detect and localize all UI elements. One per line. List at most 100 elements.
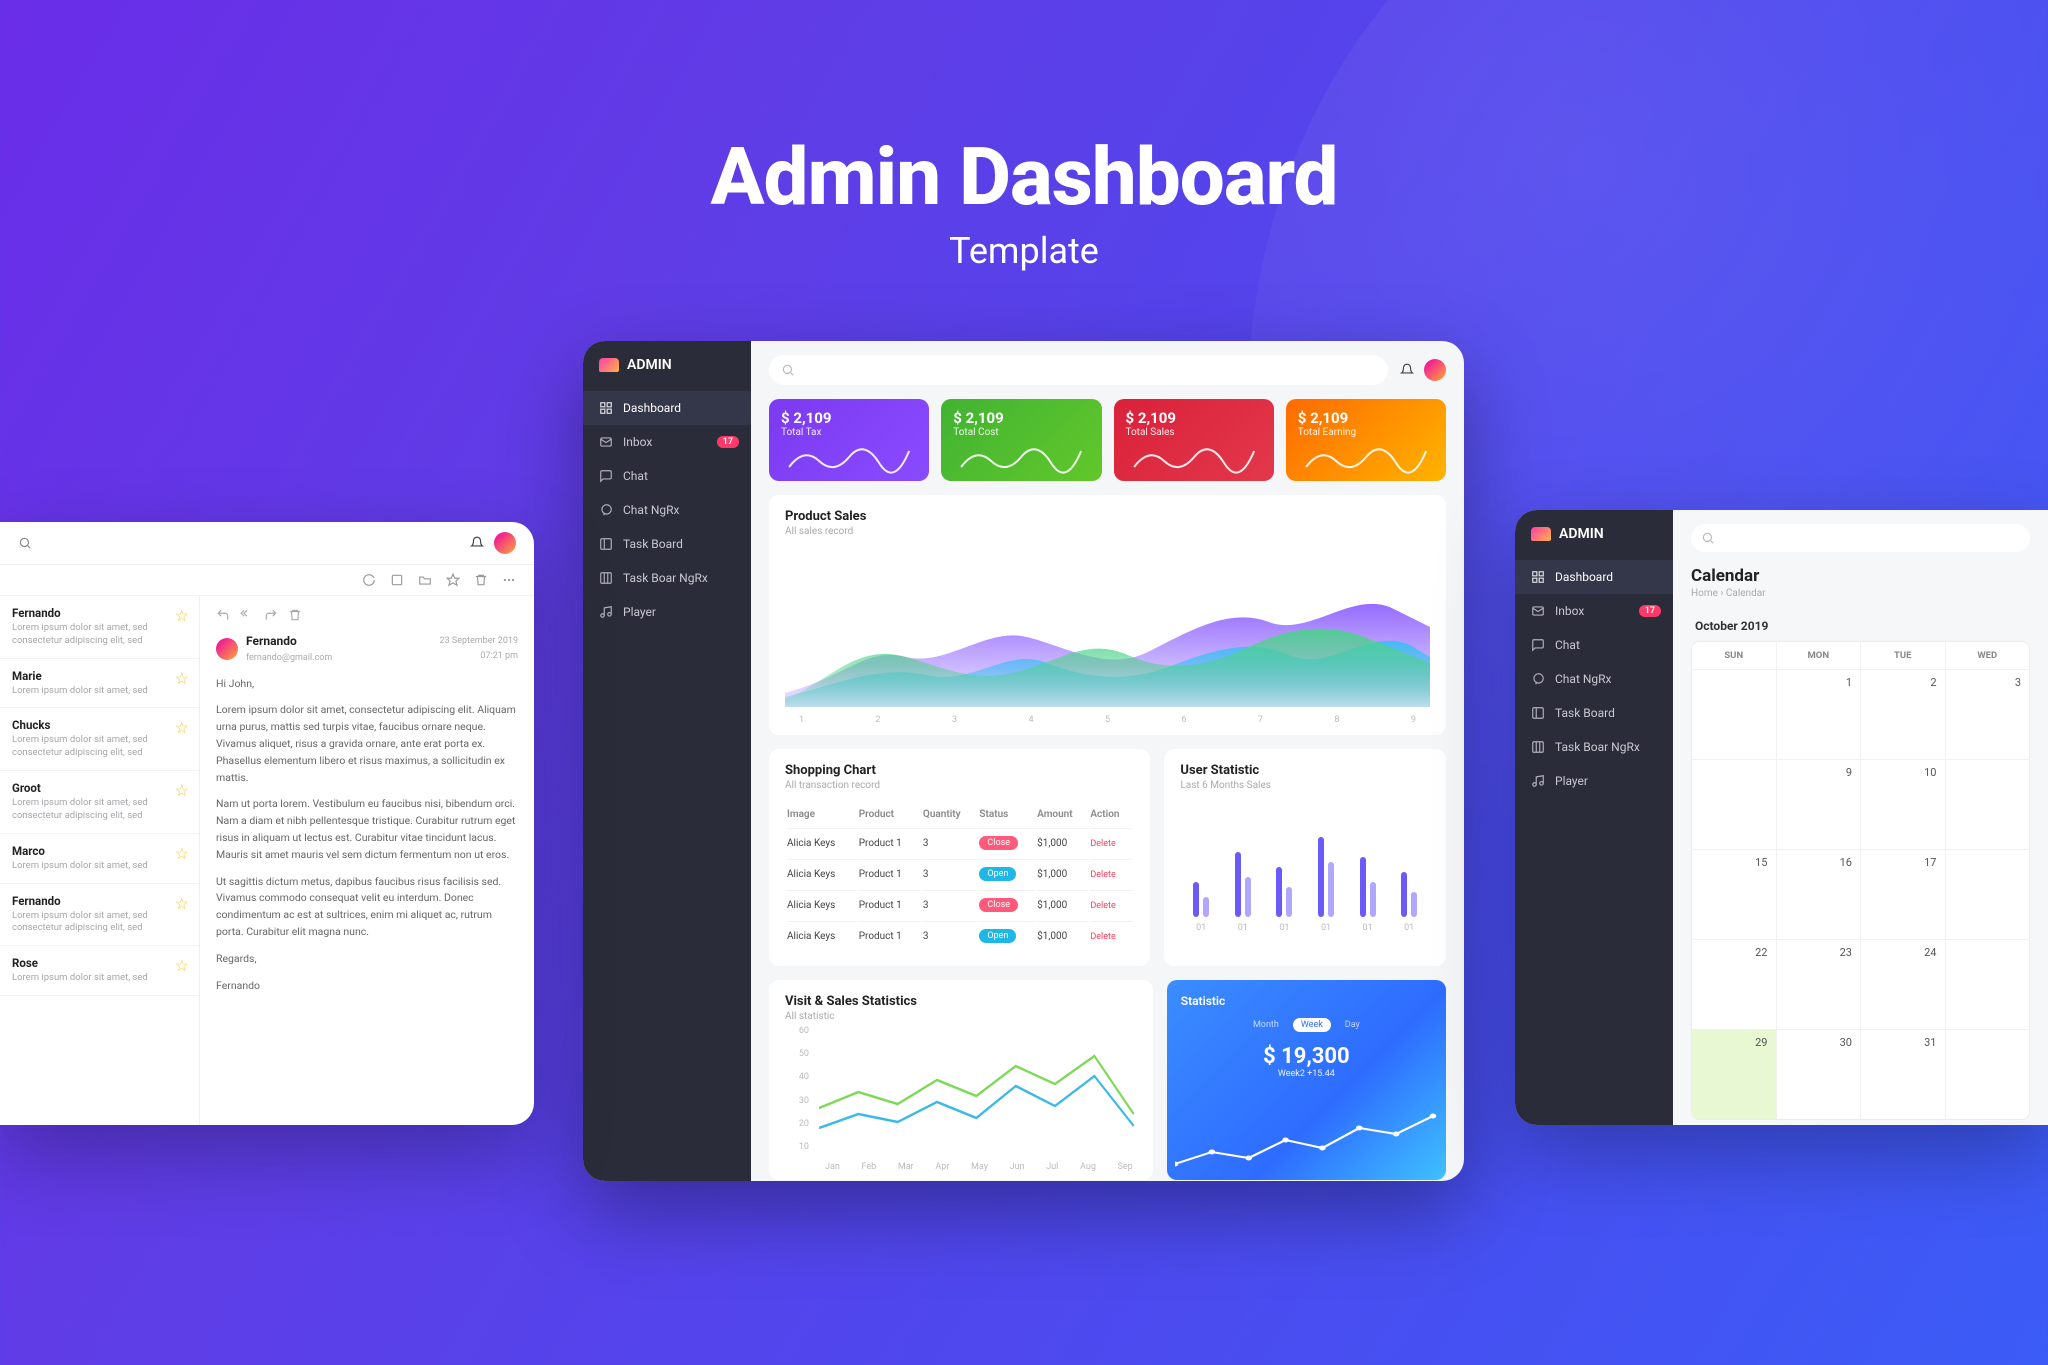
- segment-week[interactable]: Week: [1293, 1018, 1331, 1032]
- calendar-day[interactable]: 3: [1945, 670, 2030, 759]
- delete-link[interactable]: Delete: [1090, 839, 1115, 849]
- sidebar-item-label: Player: [623, 605, 656, 619]
- sidebar-item-task-boar-ngrx[interactable]: Task Boar NgRx: [1515, 730, 1673, 764]
- email-list-item[interactable]: MarieLorem ipsum dolor sit amet, sed☆: [0, 659, 199, 709]
- reply-all-icon[interactable]: [240, 608, 254, 622]
- trash-icon[interactable]: [474, 573, 488, 587]
- calendar-day[interactable]: 22: [1692, 940, 1776, 1029]
- sidebar-item-player[interactable]: Player: [1515, 764, 1673, 798]
- search-icon[interactable]: [18, 536, 32, 550]
- notification-icon[interactable]: [470, 536, 484, 550]
- list-item-preview: Lorem ipsum dolor sit amet, sed consecte…: [12, 910, 187, 936]
- calendar-day[interactable]: [1692, 670, 1776, 759]
- search-input[interactable]: [1691, 524, 2030, 552]
- delete-link[interactable]: Delete: [1090, 932, 1115, 942]
- sparkline-icon: [947, 437, 1095, 477]
- star-icon[interactable]: ☆: [175, 844, 189, 863]
- stat-card-total-tax[interactable]: $ 2,109Total Tax: [769, 399, 929, 481]
- calendar-day[interactable]: 23: [1776, 940, 1861, 1029]
- calendar-day[interactable]: 31: [1860, 1030, 1945, 1119]
- table-row[interactable]: Alicia KeysProduct 13Open$1,000Delete: [787, 921, 1132, 950]
- email-list-item[interactable]: FernandoLorem ipsum dolor sit amet, sed …: [0, 884, 199, 947]
- calendar-day[interactable]: 16: [1776, 850, 1861, 939]
- calendar-day[interactable]: [1692, 760, 1776, 849]
- email-list-item[interactable]: ChucksLorem ipsum dolor sit amet, sed co…: [0, 708, 199, 771]
- calendar-day[interactable]: 1: [1776, 670, 1861, 759]
- sidebar-item-chat[interactable]: Chat: [1515, 628, 1673, 662]
- sidebar-item-dashboard[interactable]: Dashboard: [583, 391, 751, 425]
- forward-icon[interactable]: [264, 608, 278, 622]
- shopping-panel: Shopping Chart All transaction record Im…: [769, 749, 1150, 966]
- sidebar-item-inbox[interactable]: Inbox17: [1515, 594, 1673, 628]
- refresh-icon[interactable]: [362, 573, 376, 587]
- calendar-day[interactable]: [1945, 760, 2030, 849]
- calendar-dow: SUN: [1692, 642, 1776, 669]
- folder-icon[interactable]: [418, 573, 432, 587]
- avatar[interactable]: [494, 532, 516, 554]
- calendar-day[interactable]: 15: [1692, 850, 1776, 939]
- sparkline-icon: [1120, 437, 1268, 477]
- sidebar-item-task-boar-ngrx[interactable]: Task Boar NgRx: [583, 561, 751, 595]
- calendar-day[interactable]: 30: [1776, 1030, 1861, 1119]
- calendar-day[interactable]: 29: [1692, 1030, 1776, 1119]
- star-icon[interactable]: ☆: [175, 606, 189, 625]
- email-list-item[interactable]: GrootLorem ipsum dolor sit amet, sed con…: [0, 771, 199, 834]
- notification-icon[interactable]: [1400, 363, 1414, 377]
- table-row[interactable]: Alicia KeysProduct 13Close$1,000Delete: [787, 890, 1132, 919]
- sidebar-item-label: Inbox: [623, 435, 652, 449]
- more-icon[interactable]: [502, 573, 516, 587]
- email-list-item[interactable]: MarcoLorem ipsum dolor sit amet, sed☆: [0, 834, 199, 884]
- nav-badge: 17: [717, 436, 739, 448]
- star-icon[interactable]: ☆: [175, 781, 189, 800]
- avatar[interactable]: [1424, 359, 1446, 381]
- sidebar-item-chat[interactable]: Chat: [583, 459, 751, 493]
- axis-tick: 9: [1411, 715, 1416, 725]
- stat-card-total-sales[interactable]: $ 2,109Total Sales: [1114, 399, 1274, 481]
- axis-tick: 30: [781, 1096, 809, 1106]
- segment-month[interactable]: Month: [1245, 1018, 1287, 1032]
- calendar-day[interactable]: [1945, 1030, 2030, 1119]
- email-list-item[interactable]: FernandoLorem ipsum dolor sit amet, sed …: [0, 596, 199, 659]
- trash-icon[interactable]: [288, 608, 302, 622]
- star-icon[interactable]: ☆: [175, 894, 189, 913]
- calendar-day[interactable]: [1945, 850, 2030, 939]
- sidebar-item-inbox[interactable]: Inbox 17: [583, 425, 751, 459]
- calendar-day[interactable]: 9: [1776, 760, 1861, 849]
- segment-day[interactable]: Day: [1337, 1018, 1368, 1032]
- cell-image: Alicia Keys: [787, 859, 857, 888]
- sidebar-item-chat-ngrx[interactable]: Chat NgRx: [1515, 662, 1673, 696]
- stat-card-total-cost[interactable]: $ 2,109Total Cost: [941, 399, 1101, 481]
- tag-icon[interactable]: [390, 573, 404, 587]
- email-list-item[interactable]: RoseLorem ipsum dolor sit amet, sed☆: [0, 946, 199, 996]
- calendar-day[interactable]: 10: [1860, 760, 1945, 849]
- axis-tick: 6: [1181, 715, 1186, 725]
- table-row[interactable]: Alicia KeysProduct 13Open$1,000Delete: [787, 859, 1132, 888]
- sidebar-item-dashboard[interactable]: Dashboard: [1515, 560, 1673, 594]
- calendar-day[interactable]: 24: [1860, 940, 1945, 1029]
- sidebar-item-task-board[interactable]: Task Board: [1515, 696, 1673, 730]
- sidebar-item-task-board[interactable]: Task Board: [583, 527, 751, 561]
- sidebar: ADMIN DashboardInbox17ChatChat NgRxTask …: [583, 341, 751, 1181]
- list-item-name: Fernando: [12, 606, 187, 620]
- star-icon[interactable]: ☆: [175, 956, 189, 975]
- table-header: Amount: [1037, 803, 1088, 826]
- star-icon[interactable]: [446, 573, 460, 587]
- delete-link[interactable]: Delete: [1090, 870, 1115, 880]
- star-icon[interactable]: ☆: [175, 718, 189, 737]
- table-row[interactable]: Alicia KeysProduct 13Close$1,000Delete: [787, 828, 1132, 857]
- sidebar-item-player[interactable]: Player: [583, 595, 751, 629]
- reply-icon[interactable]: [216, 608, 230, 622]
- sidebar-item-chat-ngrx[interactable]: Chat NgRx: [583, 493, 751, 527]
- search-input[interactable]: [769, 355, 1388, 385]
- axis-tick: 01: [1363, 923, 1373, 933]
- star-icon[interactable]: ☆: [175, 669, 189, 688]
- brand: ADMIN: [583, 341, 751, 391]
- chat-icon: [1531, 638, 1545, 652]
- calendar-day[interactable]: 17: [1860, 850, 1945, 939]
- calendar-day[interactable]: [1945, 940, 2030, 1029]
- calendar-day[interactable]: 2: [1860, 670, 1945, 759]
- sidebar-item-label: Chat NgRx: [1555, 672, 1612, 686]
- stat-card-total-earning[interactable]: $ 2,109Total Earning: [1286, 399, 1446, 481]
- sender-email: fernando@gmail.com: [246, 651, 332, 665]
- delete-link[interactable]: Delete: [1090, 901, 1115, 911]
